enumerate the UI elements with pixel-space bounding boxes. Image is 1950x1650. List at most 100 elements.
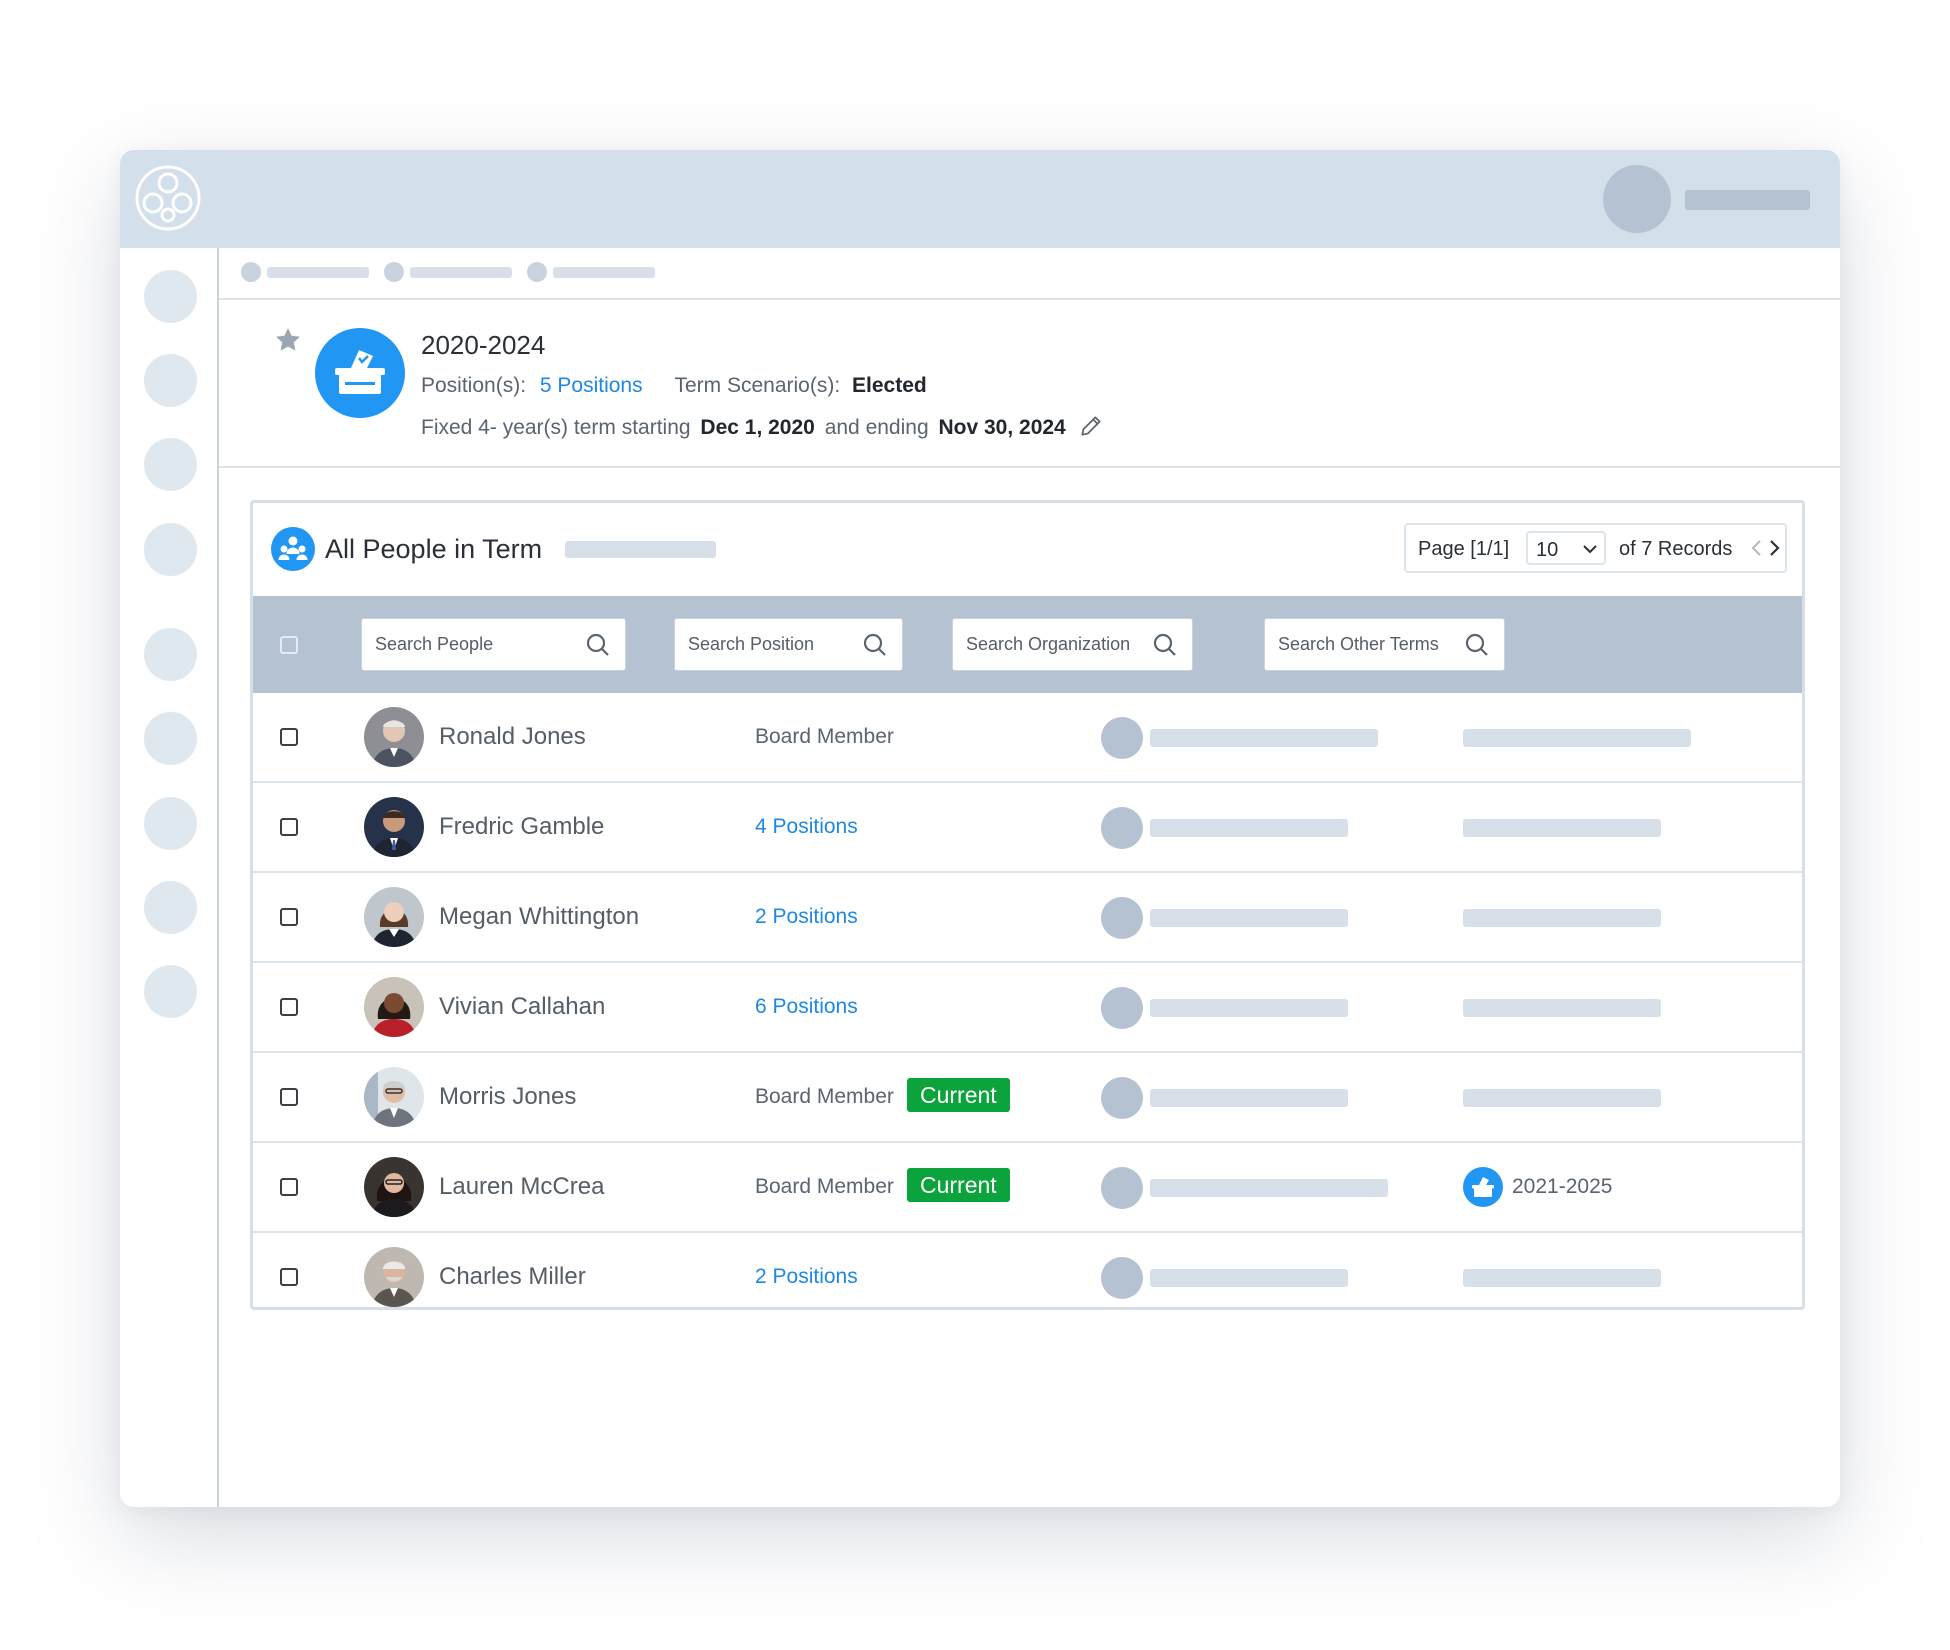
avatar[interactable] [364, 977, 424, 1037]
table-row[interactable]: Megan Whittington 2 Positions [253, 873, 1802, 963]
search-position [674, 618, 903, 671]
person-name[interactable]: Megan Whittington [439, 903, 639, 931]
sidebar-nav-item[interactable] [144, 881, 197, 934]
person-name[interactable]: Charles Miller [439, 1263, 586, 1291]
term-title: 2020-2024 [421, 330, 546, 360]
positions-link[interactable]: 2 Positions [755, 1265, 858, 1289]
current-badge: Current [907, 1078, 1010, 1112]
sidebar [120, 248, 219, 1507]
other-terms-placeholder [1463, 909, 1661, 927]
avatar[interactable] [364, 707, 424, 767]
search-people [361, 618, 626, 671]
row-checkbox[interactable] [280, 908, 298, 926]
sidebar-nav-item[interactable] [144, 628, 197, 681]
organization-avatar [1101, 1167, 1143, 1209]
row-checkbox[interactable] [280, 1088, 298, 1106]
panel-title: All People in Term [325, 534, 543, 564]
page-indicator: Page [1/1] [1418, 538, 1510, 560]
page-size-value: 10 [1536, 539, 1559, 561]
term-duration-line: Fixed 4- year(s) term starting Dec 1, 20… [421, 413, 1104, 440]
sidebar-nav-item[interactable] [144, 712, 197, 765]
positions-link[interactable]: 4 Positions [755, 815, 858, 839]
sidebar-nav-item[interactable] [144, 797, 197, 850]
and-ending-label: and ending [824, 416, 929, 439]
sidebar-nav-item[interactable] [144, 523, 197, 576]
positions-link[interactable]: 2 Positions [755, 905, 858, 929]
ballot-box-icon [315, 328, 405, 418]
person-name[interactable]: Fredric Gamble [439, 813, 604, 841]
page-size-select[interactable]: 10 [1526, 531, 1606, 565]
row-checkbox[interactable] [280, 1268, 298, 1286]
table-row[interactable]: Charles Miller 2 Positions [253, 1233, 1802, 1321]
person-name[interactable]: Ronald Jones [439, 723, 586, 751]
search-icon[interactable] [1464, 632, 1490, 658]
position-text: Board Member [755, 725, 894, 748]
other-terms-placeholder [1463, 999, 1661, 1017]
organization-placeholder [1150, 999, 1348, 1017]
avatar[interactable] [364, 1067, 424, 1127]
user-avatar[interactable] [1603, 165, 1671, 233]
other-terms-placeholder [1463, 819, 1661, 837]
table-row[interactable]: Fredric Gamble 4 Positions [253, 783, 1802, 873]
person-name[interactable]: Morris Jones [439, 1083, 576, 1111]
current-badge: Current [907, 1168, 1010, 1202]
user-name-placeholder [1685, 190, 1810, 210]
person-name[interactable]: Lauren McCrea [439, 1173, 604, 1201]
search-other-terms [1264, 618, 1505, 671]
panel-header: All People in Term Page [1/1] 10 of 7 Re… [253, 503, 1802, 596]
term-positions-line: Position(s): 5 Positions Term Scenario(s… [421, 374, 927, 398]
term-header: 2020-2024 Position(s): 5 Positions Term … [219, 300, 1840, 468]
search-icon[interactable] [1152, 632, 1178, 658]
row-checkbox[interactable] [280, 818, 298, 836]
organization-placeholder [1150, 1179, 1388, 1197]
duration-prefix: Fixed 4- year(s) term starting [421, 416, 691, 439]
select-all-checkbox[interactable] [280, 636, 298, 654]
organization-placeholder [1150, 909, 1348, 927]
row-checkbox[interactable] [280, 998, 298, 1016]
sidebar-nav-item[interactable] [144, 270, 197, 323]
records-count: of 7 Records [1619, 538, 1733, 560]
star-icon[interactable] [273, 325, 303, 355]
row-checkbox[interactable] [280, 1178, 298, 1196]
network-logo-icon[interactable] [135, 165, 201, 231]
row-checkbox[interactable] [280, 728, 298, 746]
start-date: Dec 1, 2020 [700, 416, 815, 439]
chevron-right-icon[interactable] [1766, 539, 1782, 557]
avatar[interactable] [364, 1157, 424, 1217]
other-terms-placeholder [1463, 729, 1691, 747]
person-name[interactable]: Vivian Callahan [439, 993, 605, 1021]
sidebar-nav-item[interactable] [144, 965, 197, 1018]
organization-avatar [1101, 717, 1143, 759]
filter-row [253, 596, 1802, 693]
chevron-down-icon [1583, 545, 1597, 554]
scenario-label: Term Scenario(s): [674, 374, 841, 397]
pencil-icon[interactable] [1078, 413, 1104, 439]
position-text: Board Member [755, 1175, 894, 1198]
table-row[interactable]: Ronald Jones Board Member [253, 693, 1802, 783]
chevron-left-icon[interactable] [1749, 539, 1765, 557]
avatar[interactable] [364, 887, 424, 947]
table-row[interactable]: Vivian Callahan 6 Positions [253, 963, 1802, 1053]
table-row[interactable]: Morris Jones Board Member Current [253, 1053, 1802, 1143]
organization-placeholder [1150, 819, 1348, 837]
search-icon[interactable] [585, 632, 611, 658]
organization-avatar [1101, 987, 1143, 1029]
sidebar-nav-item[interactable] [144, 354, 197, 407]
pagination: Page [1/1] 10 of 7 Records [1404, 523, 1787, 573]
organization-placeholder [1150, 1269, 1348, 1287]
other-terms-placeholder [1463, 1089, 1661, 1107]
avatar[interactable] [364, 1247, 424, 1307]
sidebar-nav-item[interactable] [144, 438, 197, 491]
title-placeholder [565, 541, 716, 558]
breadcrumb [219, 248, 1840, 300]
avatar[interactable] [364, 797, 424, 857]
organization-placeholder [1150, 1089, 1348, 1107]
positions-link[interactable]: 5 Positions [540, 374, 643, 397]
other-terms-placeholder [1463, 1269, 1661, 1287]
other-term-link[interactable]: 2021-2025 [1512, 1175, 1612, 1199]
organization-placeholder [1150, 729, 1378, 747]
search-icon[interactable] [862, 632, 888, 658]
table-row[interactable]: Lauren McCrea Board Member Current 2021-… [253, 1143, 1802, 1233]
positions-link[interactable]: 6 Positions [755, 995, 858, 1019]
ballot-box-icon [1463, 1167, 1503, 1207]
